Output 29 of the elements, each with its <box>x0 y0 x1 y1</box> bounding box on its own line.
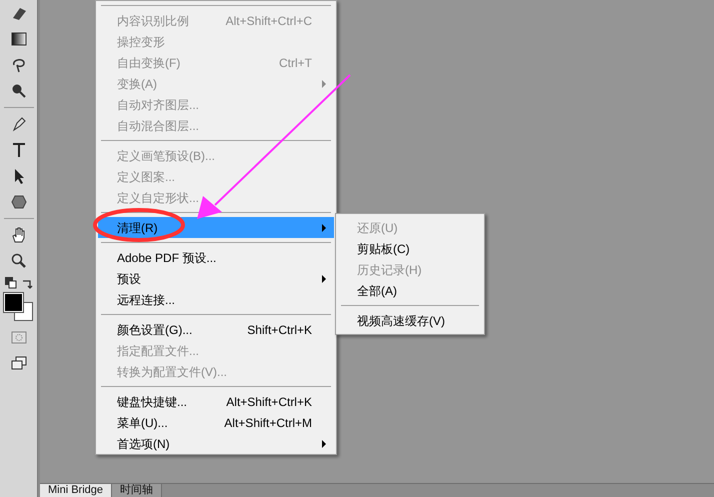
hexagon-icon[interactable] <box>10 193 28 211</box>
shortcut-label: Shift+Ctrl+K <box>247 322 312 338</box>
submenu-arrow-icon <box>322 274 326 282</box>
menu-item[interactable]: 首选项(N) <box>98 433 334 454</box>
shortcut-label: Alt+Shift+Ctrl+C <box>226 12 312 30</box>
menu-item[interactable]: 视频高速缓存(V) <box>338 310 482 331</box>
screen-mode-icon[interactable] <box>10 354 28 372</box>
menu-item[interactable]: 菜单(U)... Alt+Shift+Ctrl+M <box>98 412 334 433</box>
panel-tab[interactable]: 时间轴 <box>112 484 162 497</box>
panel-tab[interactable]: Mini Bridge <box>40 484 112 497</box>
foreground-color-swatch[interactable] <box>4 293 22 312</box>
gradient-icon[interactable] <box>10 30 28 48</box>
shortcut-label: Alt+Shift+Ctrl+M <box>224 414 312 432</box>
menu-item[interactable]: 全部(A) <box>338 280 482 301</box>
hand-icon[interactable] <box>10 226 28 244</box>
menu-item[interactable]: 清理(R) <box>98 217 334 238</box>
shortcut-label: Alt+Shift+Ctrl+K <box>226 394 312 410</box>
menu-item[interactable]: 远程连接... <box>98 289 334 310</box>
submenu-arrow-icon <box>322 440 326 448</box>
menu-item[interactable]: 键盘快捷键... Alt+Shift+Ctrl+K <box>98 391 334 412</box>
menu-item[interactable]: 颜色设置(G)... Shift+Ctrl+K <box>98 319 334 340</box>
menu-item[interactable]: 预设 <box>98 268 334 289</box>
zoom-icon[interactable] <box>10 252 28 270</box>
menu-item[interactable]: Adobe PDF 预设... <box>98 247 334 268</box>
submenu-arrow-icon <box>322 80 326 88</box>
submenu-arrow-icon <box>322 224 326 232</box>
default-colors-icon[interactable] <box>4 277 16 289</box>
menu-item[interactable]: 剪贴板(C) <box>338 238 482 259</box>
shortcut-label: Ctrl+T <box>279 54 312 72</box>
